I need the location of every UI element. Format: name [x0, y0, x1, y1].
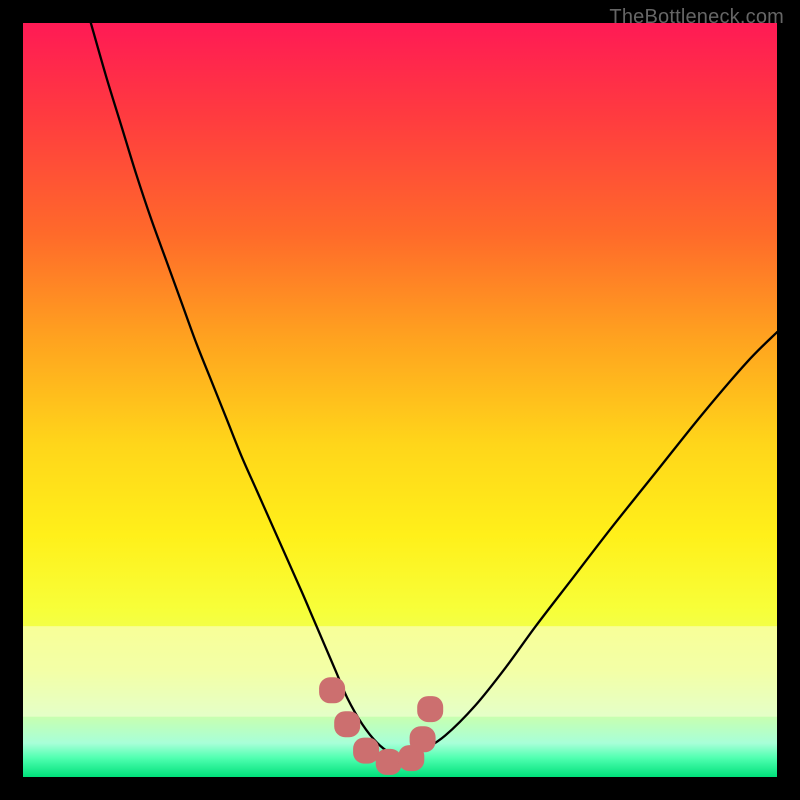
watermark-text: TheBottleneck.com — [609, 6, 784, 29]
optimal-zone-marker-point — [417, 696, 443, 722]
optimal-zone-marker-point — [353, 738, 379, 764]
pale-band — [23, 626, 777, 717]
figure-frame: TheBottleneck.com — [0, 0, 800, 800]
optimal-zone-marker-point — [410, 726, 436, 752]
plot-area — [23, 23, 777, 777]
optimal-zone-marker-point — [334, 711, 360, 737]
optimal-zone-marker-point — [376, 749, 402, 775]
optimal-zone-marker-point — [319, 677, 345, 703]
chart-svg — [23, 23, 777, 777]
